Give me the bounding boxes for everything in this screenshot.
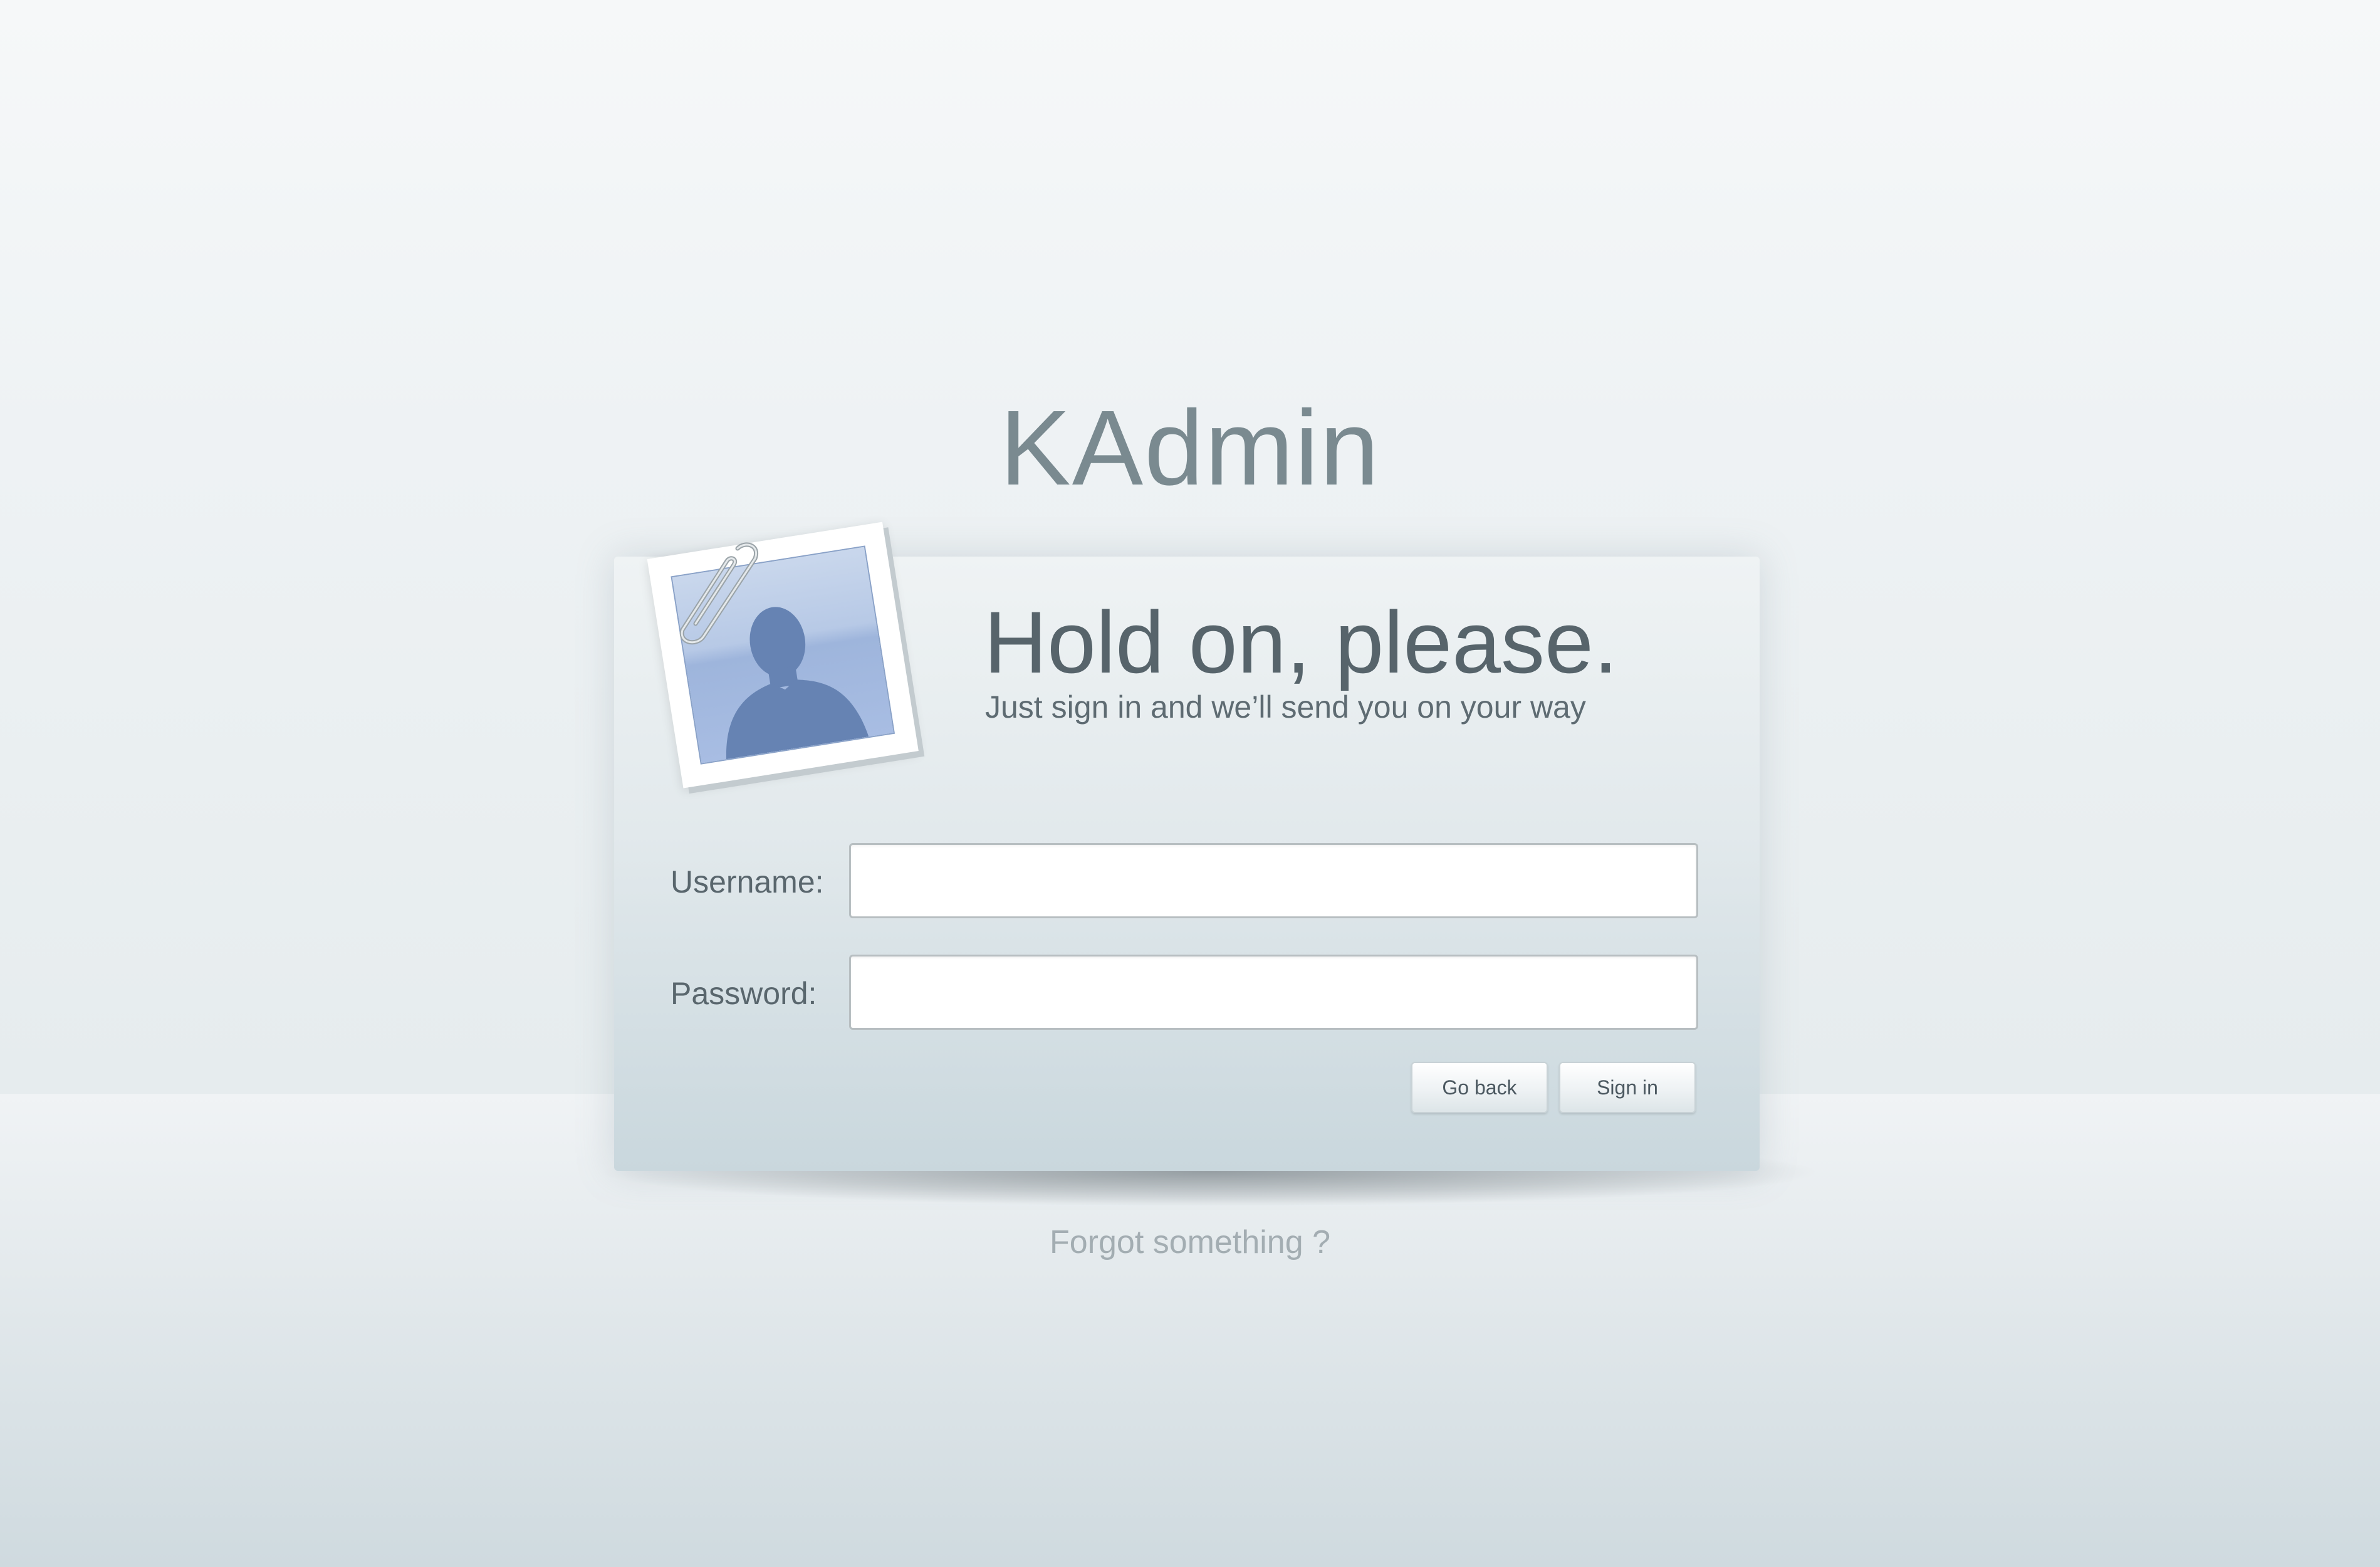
hero-subheading: Just sign in and we’ll send you on your … [985,689,1586,725]
username-label: Username: [671,864,824,899]
sign-in-button[interactable]: Sign in [1559,1062,1696,1113]
app-title: KAdmin [999,389,1381,508]
paperclip-icon [679,542,759,645]
go-back-button[interactable]: Go back [1411,1062,1548,1113]
username-input[interactable] [849,843,1698,918]
hero-heading: Hold on, please. [984,593,1618,691]
password-label: Password: [671,976,817,1011]
password-input[interactable] [849,955,1698,1030]
forgot-something-link[interactable]: Forgot something ? [0,1224,2380,1261]
